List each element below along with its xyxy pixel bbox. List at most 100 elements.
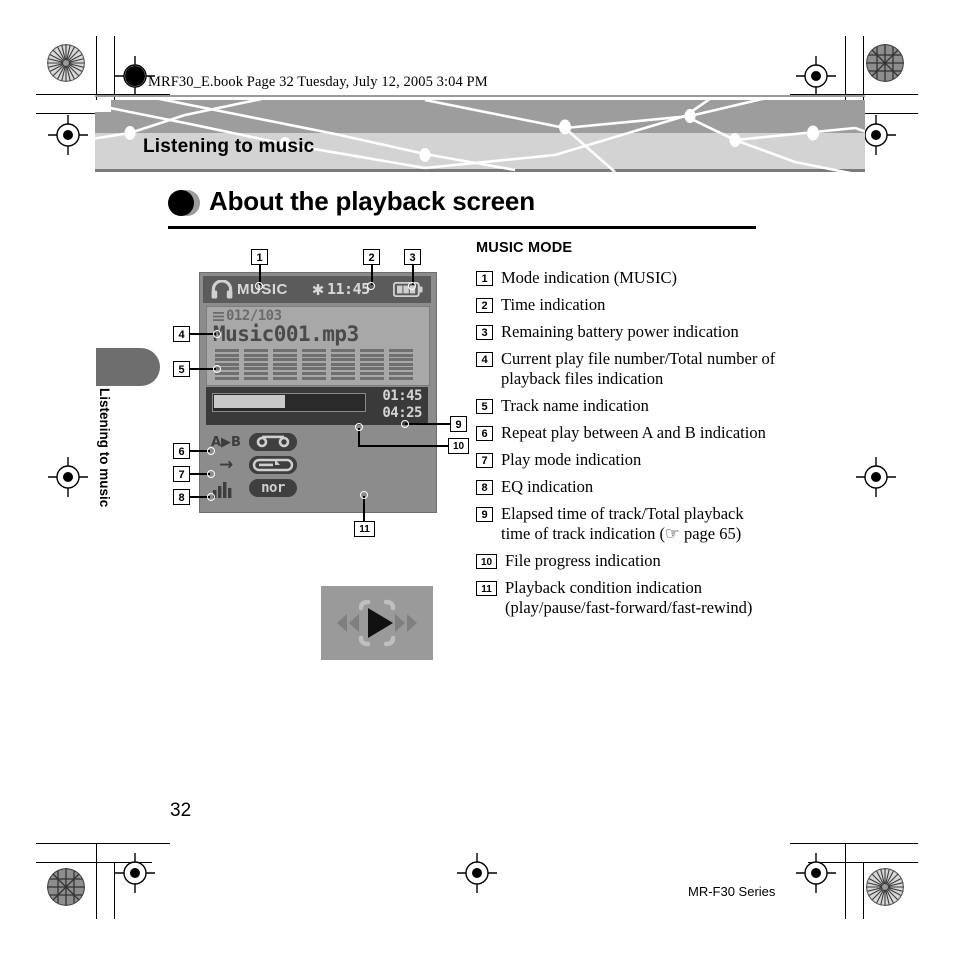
spectrum-bar	[389, 376, 413, 380]
callout-leader-9	[405, 423, 451, 425]
spectrum-bar	[215, 358, 239, 362]
eq-bars-icon	[213, 482, 232, 498]
chapter-title: Listening to music	[143, 136, 315, 157]
section-bullet-icon	[168, 190, 200, 216]
callout-endpoint-6	[207, 447, 215, 455]
lcd-time-readout: 01:45 04:25	[382, 388, 422, 422]
spectrum-bar	[331, 349, 355, 352]
elapsed-time: 01:45	[382, 388, 422, 404]
lcd-spectrum-bars	[215, 349, 421, 381]
ab-repeat-icon	[249, 433, 297, 451]
spectrum-bar	[331, 353, 355, 357]
spectrum-bar	[273, 358, 297, 362]
legend-item: 9 Elapsed time of track/Total playback ti…	[476, 504, 776, 544]
callout-endpoint-5	[213, 365, 221, 373]
spectrum-bar	[389, 372, 413, 375]
legend-item-number: 7	[476, 453, 493, 468]
spectrum-bar	[360, 358, 384, 362]
legend-item: 10 File progress indication	[476, 551, 776, 571]
page-number: 32	[170, 800, 192, 821]
model-name: MR-F30 Series	[688, 884, 776, 899]
callout-endpoint-1	[255, 282, 263, 290]
callout-3: 3	[404, 249, 421, 265]
callout-11: 11	[354, 521, 375, 537]
legend-item: 4 Current play file number/Total number o…	[476, 349, 776, 389]
play-mode-arrow-icon: →	[219, 455, 234, 475]
section-rule	[168, 226, 756, 229]
header-rule	[95, 95, 865, 97]
spectrum-bar	[302, 376, 326, 380]
callout-2: 2	[363, 249, 380, 265]
spectrum-bar	[302, 372, 326, 375]
crosshair-registration-icon	[48, 115, 88, 155]
crop-line	[790, 843, 918, 845]
legend-item-number: 11	[476, 581, 497, 596]
legend-item: 1 Mode indication (MUSIC)	[476, 268, 776, 288]
callout-6: 6	[173, 443, 190, 459]
spectrum-column	[244, 349, 268, 381]
callout-endpoint-11	[360, 491, 368, 499]
callout-7: 7	[173, 466, 190, 482]
legend-item-number: 2	[476, 298, 493, 313]
legend-item-number: 3	[476, 325, 493, 340]
spectrum-bar	[273, 372, 297, 375]
legend-item: 11 Playback condition indication (play/pa…	[476, 578, 776, 618]
spectrum-bar	[331, 358, 355, 362]
spectrum-bar	[389, 358, 413, 362]
legend-item-text: Mode indication (MUSIC)	[501, 268, 677, 287]
legend-item: 3 Remaining battery power indication	[476, 322, 776, 342]
spectrum-bar	[331, 376, 355, 380]
legend-item-number: 8	[476, 480, 493, 495]
spectrum-bar	[360, 376, 384, 380]
spectrum-bar	[273, 362, 297, 366]
spectrum-column	[331, 349, 355, 381]
spectrum-bar	[389, 353, 413, 357]
crosshair-registration-icon	[457, 853, 497, 893]
legend-item-text: Playback condition indication (play/paus…	[505, 578, 753, 617]
callout-8: 8	[173, 489, 190, 505]
play-mode-pill-icon	[249, 456, 297, 474]
spectrum-column	[302, 349, 326, 381]
legend-item: 7 Play mode indication	[476, 450, 776, 470]
spectrum-bar	[389, 362, 413, 366]
ab-repeat-label: A▶B	[211, 435, 241, 450]
legend-item-number: 4	[476, 352, 493, 367]
spectrum-bar	[302, 349, 326, 352]
legend-item-number: 5	[476, 399, 493, 414]
spectrum-bar	[360, 362, 384, 366]
spectrum-bar	[389, 349, 413, 352]
spectrum-bar	[273, 353, 297, 357]
page-title: About the playback screen	[209, 186, 535, 216]
side-tab-marker	[96, 348, 160, 386]
eq-value-pill: nor	[249, 479, 297, 497]
spectrum-bar	[215, 353, 239, 357]
legend-item: 6 Repeat play between A and B indication	[476, 423, 776, 443]
legend-item: 8 EQ indication	[476, 477, 776, 497]
playback-condition-indicator	[321, 586, 433, 660]
legend-heading: MUSIC MODE	[476, 240, 573, 256]
legend-item-text: Remaining battery power indication	[501, 322, 739, 341]
legend-item-text: Current play file number/Total number of…	[501, 349, 776, 388]
callout-9: 9	[450, 416, 467, 432]
crop-line	[96, 843, 98, 919]
side-tab-label: Listening to music	[97, 388, 112, 508]
spectrum-bar	[244, 362, 268, 366]
spectrum-bar	[215, 349, 239, 352]
lcd-status-bar: MUSIC ✱ 11:45	[203, 276, 431, 303]
starburst-registration-icon	[866, 44, 904, 82]
legend-item-number: 1	[476, 271, 493, 286]
spectrum-bar	[331, 367, 355, 371]
crosshair-registration-icon	[115, 853, 155, 893]
lcd-progress-area: 01:45 04:25	[206, 387, 428, 425]
spectrum-bar	[360, 367, 384, 371]
spectrum-column	[360, 349, 384, 381]
callout-endpoint-3	[408, 282, 416, 290]
crop-line	[36, 843, 170, 845]
callout-4: 4	[173, 326, 190, 342]
callout-endpoint-2	[367, 282, 375, 290]
legend-item-text: Track name indication	[501, 396, 649, 415]
starburst-registration-icon	[47, 868, 85, 906]
callout-5: 5	[173, 361, 190, 377]
list-lines-icon	[213, 312, 224, 321]
legend-item: 5 Track name indication	[476, 396, 776, 416]
